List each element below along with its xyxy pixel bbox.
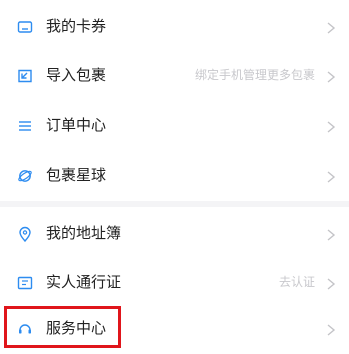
headset-icon <box>17 321 33 337</box>
chevron-right-icon <box>325 20 337 34</box>
menu-item-import-package[interactable]: 导入包裹 绑定手机管理更多包裹 <box>0 51 349 100</box>
menu-item-label: 服务中心 <box>46 319 107 337</box>
chevron-right-icon <box>325 119 337 133</box>
menu-item-label: 导入包裹 <box>46 66 107 84</box>
chevron-right-icon <box>325 169 337 183</box>
chevron-right-icon <box>325 276 337 290</box>
chevron-right-icon <box>325 227 337 241</box>
menu-item-label: 订单中心 <box>46 116 107 134</box>
menu-group-secondary: 我的地址簿 实人通行证 去认证 服务中心 <box>0 207 349 354</box>
menu-item-label: 包裹星球 <box>46 166 107 184</box>
menu-item-service-center[interactable]: 服务中心 <box>0 304 349 353</box>
id-card-icon <box>17 275 33 291</box>
menu-item-package-planet[interactable]: 包裹星球 <box>0 151 349 200</box>
menu-item-label: 实人通行证 <box>46 273 122 291</box>
coupon-card-icon <box>17 19 33 35</box>
menu-item-real-name-pass[interactable]: 实人通行证 去认证 <box>0 258 349 307</box>
chevron-right-icon <box>325 322 337 336</box>
menu-item-label: 我的地址簿 <box>46 224 122 242</box>
menu-item-my-coupons[interactable]: 我的卡券 <box>0 2 349 51</box>
menu-item-order-center[interactable]: 订单中心 <box>0 101 349 150</box>
chevron-right-icon <box>325 69 337 83</box>
menu-item-hint: 绑定手机管理更多包裹 <box>194 68 315 82</box>
menu-item-hint: 去认证 <box>278 275 315 289</box>
menu-item-label: 我的卡券 <box>46 17 107 35</box>
menu-group-primary: 我的卡券 导入包裹 绑定手机管理更多包裹 订单中心 包裹星球 <box>0 0 349 201</box>
planet-icon <box>17 168 33 184</box>
list-lines-icon <box>17 118 33 134</box>
import-package-icon <box>17 68 33 84</box>
location-pin-icon <box>17 226 33 243</box>
menu-item-address-book[interactable]: 我的地址簿 <box>0 209 349 258</box>
